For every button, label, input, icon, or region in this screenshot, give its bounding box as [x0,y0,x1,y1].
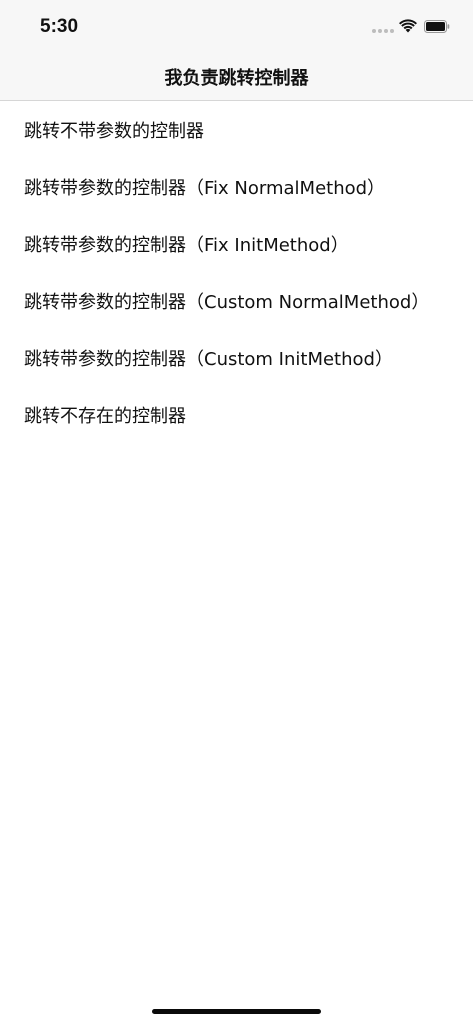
wifi-icon [399,19,417,33]
jump-options-list: 跳转不带参数的控制器 跳转带参数的控制器（Fix NormalMethod） 跳… [0,101,473,443]
status-bar: 5:30 [0,0,473,50]
home-indicator[interactable] [152,1009,321,1014]
navigation-bar: 我负责跳转控制器 [0,50,473,101]
list-item-jump-no-params[interactable]: 跳转不带参数的控制器 [0,101,473,158]
list-item-jump-fix-normal-method[interactable]: 跳转带参数的控制器（Fix NormalMethod） [0,158,473,215]
battery-icon [424,20,450,33]
page-title: 我负责跳转控制器 [164,68,309,89]
list-item-jump-custom-normal-method[interactable]: 跳转带参数的控制器（Custom NormalMethod） [0,272,473,329]
cellular-signal-icon [372,29,394,33]
app-screen: 5:30 我负责跳转控制器 跳转不带参数的控制器 跳转带参数的控制器（Fix N… [0,0,473,1024]
status-time: 5:30 [40,16,79,37]
list-item-jump-nonexistent[interactable]: 跳转不存在的控制器 [0,386,473,443]
list-item-jump-fix-init-method[interactable]: 跳转带参数的控制器（Fix InitMethod） [0,215,473,272]
list-item-jump-custom-init-method[interactable]: 跳转带参数的控制器（Custom InitMethod） [0,329,473,386]
